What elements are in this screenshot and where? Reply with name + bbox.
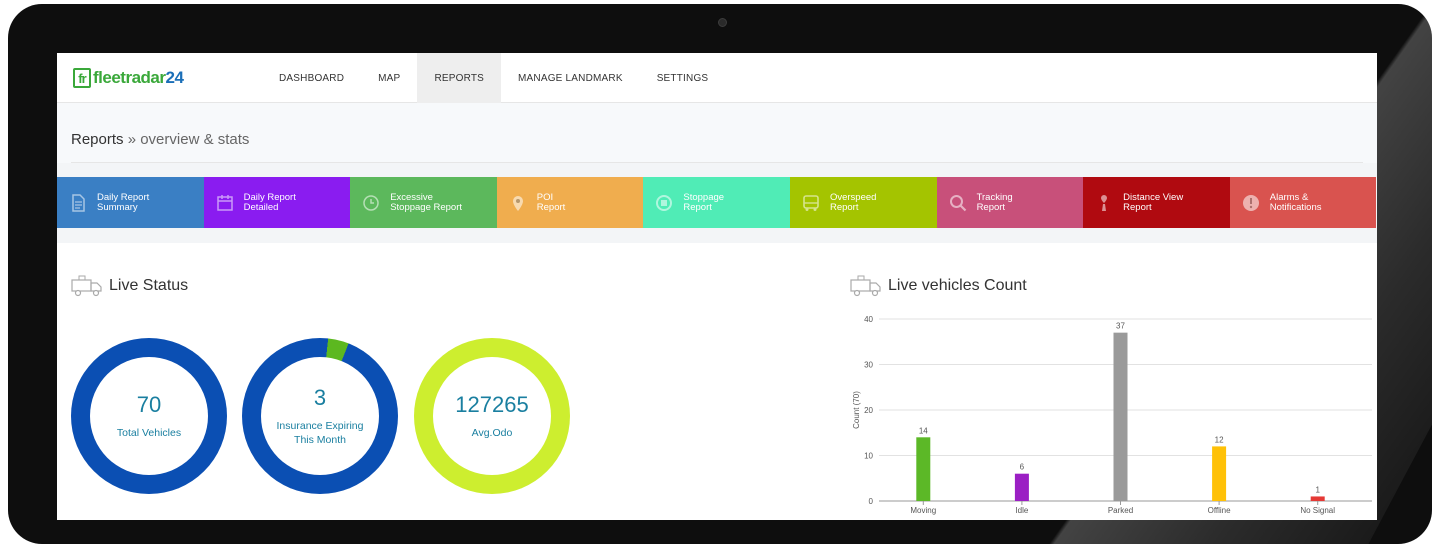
report-tile-poi-report[interactable]: POI Report [496,177,644,228]
document-icon [69,193,87,212]
chart-data-label: 12 [1215,435,1224,444]
clock-icon [362,194,380,212]
report-tile-label: Stoppage Report [683,191,725,213]
status-ring-value: 127265 [455,392,529,417]
page-title: Reports » overview & stats [71,131,249,148]
bus-icon [802,194,820,212]
page-title-main: Reports [71,131,124,148]
status-ring-label: Insurance Expiring This Month [276,420,364,446]
status-ring-center: 70 Total Vehicles [90,357,208,475]
chart-bar [1310,496,1325,501]
status-ring: 70 Total Vehicles [71,338,227,494]
status-ring-label: Avg.Odo [471,427,513,439]
report-tile-stoppage-report[interactable]: Stoppage Report [643,177,790,228]
report-tile-daily-report-summary[interactable]: Daily Report Summary [57,177,204,228]
report-tile-label: Excessive Stoppage Report [390,191,463,213]
report-tile-label: Overspeed Report [829,191,877,213]
report-tile-label: Tracking Report [976,191,1013,213]
report-tile-label: Alarms & Notifications [1269,191,1322,213]
chart-x-tick-label: Offline [1208,506,1232,515]
report-tile-label: Daily Report Summary [97,191,150,213]
search-icon [949,194,967,212]
status-ring: 127265 Avg.Odo [414,338,570,494]
live-status-header: Live Status [71,275,188,297]
truck-icon [71,275,102,297]
chart-x-tick-label: Moving [910,506,936,515]
chart-y-tick-label: 10 [864,452,873,461]
logo-text: fleetradar24 [93,68,184,87]
status-ring-label: Total Vehicles [116,427,182,439]
chart-bar [916,437,931,501]
chart-y-tick-label: 0 [869,497,874,506]
nav-reports[interactable]: REPORTS [417,53,501,103]
status-ring: 3 Insurance Expiring This Month [242,338,398,494]
chart-y-tick-label: 40 [864,315,873,324]
road-pin-icon [1095,194,1113,212]
alert-icon [1242,194,1260,212]
report-tiles-bar: Daily Report Summary Daily Report Detaile… [57,163,1377,243]
nav-manage-landmark[interactable]: MANAGE LANDMARK [501,53,640,103]
chart-data-label: 6 [1020,463,1025,472]
chart-data-label: 1 [1315,485,1320,494]
stop-circle-icon [655,194,673,212]
chart-y-tick-label: 20 [864,406,873,415]
status-ring-value: 3 [313,385,327,410]
report-tile-excessive-stoppage-report[interactable]: Excessive Stoppage Report [350,177,497,228]
report-tile-label: Daily Report Detailed [243,191,296,213]
top-navbar: fr fleetradar24 DASHBOARD MAP REPORTS MANAG… [57,53,1377,103]
chart-bar [1212,446,1227,501]
camera-icon [718,18,727,27]
chart-y-axis-label: Count (70) [852,391,861,429]
page-subtitle: overview & stats [140,131,250,148]
report-tile-daily-report-detailed[interactable]: Daily Report Detailed [203,177,351,228]
truck-icon [850,275,881,297]
nav-settings[interactable]: SETTINGS [640,53,726,103]
live-count-header: Live vehicles Count [850,275,1027,297]
report-tile-label: POI Report [536,191,566,213]
logo[interactable]: fr fleetradar24 [73,65,184,91]
map-pin-icon [509,194,527,212]
logo-mark: fr [73,68,91,88]
title-bar: Reports » overview & stats [57,103,1377,163]
chart-x-tick-label: Idle [1015,506,1028,515]
nav-dashboard[interactable]: DASHBOARD [262,53,361,103]
chart-bar [1113,332,1128,501]
report-tile-alarms-notifications[interactable]: Alarms & Notifications [1229,177,1377,228]
chart-y-tick-label: 30 [864,361,873,370]
chart-x-tick-label: Parked [1108,506,1133,515]
chart-x-tick-label: No Signal [1300,506,1335,515]
chart-data-label: 14 [919,426,928,435]
app-screen: fr fleetradar24 DASHBOARD MAP REPORTS MANAG… [57,53,1377,520]
calendar-icon [216,194,234,212]
status-ring-value: 70 [136,392,162,417]
status-ring-center: 3 Insurance Expiring This Month [261,357,379,475]
page-title-separator: » [123,131,141,148]
nav-map[interactable]: MAP [361,53,417,103]
report-tile-distance-view-report[interactable]: Distance View Report [1083,177,1230,228]
live-vehicles-chart: 0 10 20 30 40 Count (70) 14 Moving 6 Idle 37 Parked… [852,315,1372,515]
chart-bar [1014,473,1029,501]
live-count-title: Live vehicles Count [888,277,1027,294]
status-ring-center: 127265 Avg.Odo [433,357,551,475]
live-status-title: Live Status [109,277,189,294]
report-tiles: Daily Report Summary Daily Report Detaile… [57,177,1377,228]
chart-data-label: 37 [1116,322,1125,331]
nav-menu: DASHBOARD MAP REPORTS MANAGE LANDMARK SETTIN… [262,53,725,103]
report-tile-tracking-report[interactable]: Tracking Report [936,177,1084,228]
report-tile-label: Distance View Report [1123,191,1184,213]
report-tile-overspeed-report[interactable]: Overspeed Report [789,177,937,228]
